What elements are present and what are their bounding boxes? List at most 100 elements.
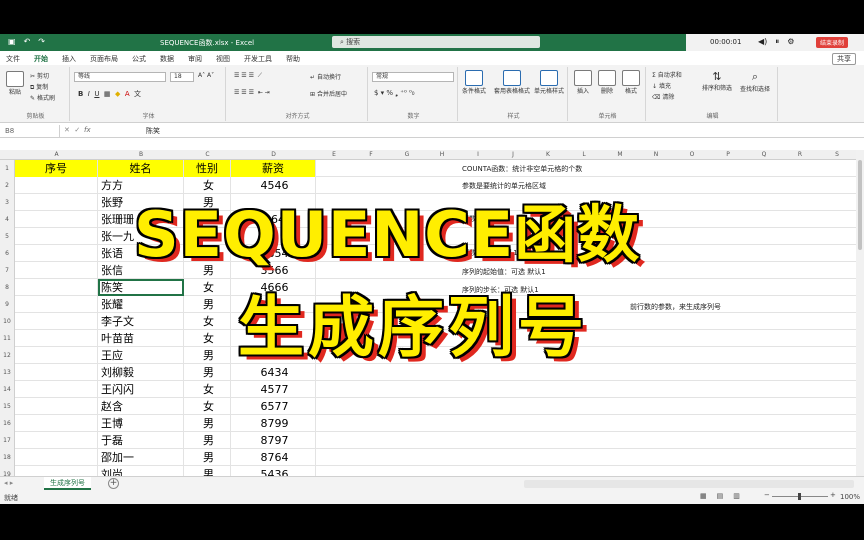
number-format-buttons[interactable]: $ ▾ % ❟ ⁺⁰ ⁰₀ xyxy=(374,89,415,98)
tab-developer[interactable]: 开发工具 xyxy=(244,54,272,64)
page-break-view-icon[interactable]: ▥ xyxy=(733,492,740,500)
row-number[interactable]: 1 xyxy=(0,160,15,177)
cell-index[interactable] xyxy=(15,347,98,364)
row-number[interactable]: 14 xyxy=(0,381,15,398)
cell-index[interactable] xyxy=(15,177,98,194)
row-number[interactable]: 5 xyxy=(0,228,15,245)
column-header-r[interactable]: R xyxy=(782,151,818,158)
column-header-p[interactable]: P xyxy=(710,151,746,158)
tab-page-layout[interactable]: 页面布局 xyxy=(90,54,118,64)
cell-gender[interactable]: 男 xyxy=(184,364,231,381)
cell-gender[interactable]: 女 xyxy=(184,381,231,398)
cell-index[interactable] xyxy=(15,381,98,398)
cell-gender[interactable]: 女 xyxy=(184,330,231,347)
column-header-h[interactable]: H xyxy=(424,151,460,158)
column-header-e[interactable]: E xyxy=(316,151,352,158)
row-number[interactable]: 17 xyxy=(0,432,15,449)
conditional-format-button[interactable]: 条件格式 xyxy=(462,70,486,95)
column-title[interactable]: 性别 xyxy=(184,160,231,177)
page-layout-view-icon[interactable]: ▤ xyxy=(717,492,724,500)
cell-name[interactable]: 王闪闪 xyxy=(98,381,184,398)
column-title[interactable]: 序号 xyxy=(15,160,98,177)
autosum-button[interactable]: Σ 自动求和 xyxy=(652,70,682,79)
cut-button[interactable]: ✂ 剪切 xyxy=(30,71,49,80)
copy-button[interactable]: ⧉ 复制 xyxy=(30,82,48,92)
column-title[interactable]: 薪资 xyxy=(231,160,316,177)
cell-name[interactable]: 刘柳毅 xyxy=(98,364,184,381)
cell-salary[interactable]: 4577 xyxy=(231,381,316,398)
column-header-k[interactable]: K xyxy=(530,151,566,158)
share-button[interactable]: 共享 xyxy=(832,53,856,65)
cell-gender[interactable]: 女 xyxy=(184,279,231,296)
end-recording-button[interactable]: 结束录制 xyxy=(816,37,849,48)
wrap-text-button[interactable]: ↵ 自动换行 xyxy=(310,72,341,81)
cell-index[interactable] xyxy=(15,313,98,330)
row-number[interactable]: 8 xyxy=(0,279,15,296)
cell-index[interactable] xyxy=(15,398,98,415)
tab-formulas[interactable]: 公式 xyxy=(132,54,146,64)
cell-index[interactable] xyxy=(15,228,98,245)
cell-index[interactable] xyxy=(15,296,98,313)
pause-icon[interactable]: ⏸ xyxy=(775,37,779,47)
scroll-thumb[interactable] xyxy=(858,160,862,250)
cell-index[interactable] xyxy=(15,279,98,296)
tab-data[interactable]: 数据 xyxy=(160,54,174,64)
cell-name[interactable]: 王博 xyxy=(98,415,184,432)
zoom-slider[interactable]: − + xyxy=(764,491,836,501)
row-number[interactable]: 2 xyxy=(0,177,15,194)
column-header-j[interactable]: J xyxy=(496,151,530,158)
column-header-d[interactable]: D xyxy=(231,151,316,158)
fx-icon[interactable]: fx xyxy=(84,126,91,134)
row-number[interactable]: 12 xyxy=(0,347,15,364)
cell-name[interactable]: 李子文 xyxy=(98,313,184,330)
tab-help[interactable]: 帮助 xyxy=(286,54,300,64)
column-header-s[interactable]: S xyxy=(818,151,856,158)
cell-index[interactable] xyxy=(15,194,98,211)
row-number[interactable]: 9 xyxy=(0,296,15,313)
cell-salary[interactable]: 6577 xyxy=(231,398,316,415)
cancel-icon[interactable]: ✕ ✓ xyxy=(64,126,80,134)
row-number[interactable]: 7 xyxy=(0,262,15,279)
cell-index[interactable] xyxy=(15,262,98,279)
sheet-tab[interactable]: 生成序列号 xyxy=(44,477,91,490)
cell-styles-button[interactable]: 单元格样式 xyxy=(534,70,564,95)
merge-center-button[interactable]: ⊞ 合并后居中 xyxy=(310,89,347,98)
column-header-i[interactable]: I xyxy=(460,151,496,158)
row-number[interactable]: 11 xyxy=(0,330,15,347)
row-number[interactable]: 15 xyxy=(0,398,15,415)
cell-salary[interactable]: 8799 xyxy=(231,415,316,432)
format-painter-button[interactable]: ✎ 格式刷 xyxy=(30,93,55,102)
sheet-nav-icon[interactable]: ◂ ▸ xyxy=(4,479,13,487)
grow-font-icon[interactable]: A˄ A˅ xyxy=(198,72,214,79)
cell-name[interactable]: 王应 xyxy=(98,347,184,364)
horizontal-scrollbar[interactable] xyxy=(524,480,854,488)
cell-gender[interactable]: 男 xyxy=(184,415,231,432)
cell-name[interactable]: 张耀 xyxy=(98,296,184,313)
delete-cells-button[interactable]: 删除 xyxy=(598,70,616,95)
cell-name[interactable]: 于磊 xyxy=(98,432,184,449)
font-name-select[interactable]: 等线 xyxy=(74,72,166,82)
zoom-knob[interactable] xyxy=(798,493,801,500)
font-size-select[interactable]: 18 xyxy=(170,72,194,82)
cell-gender[interactable]: 女 xyxy=(184,398,231,415)
find-select-button[interactable]: ⌕ 查找和选择 xyxy=(740,70,770,93)
cell-gender[interactable]: 男 xyxy=(184,432,231,449)
cell-index[interactable] xyxy=(15,364,98,381)
cell-salary[interactable]: 8764 xyxy=(231,449,316,466)
cell-index[interactable] xyxy=(15,449,98,466)
name-box[interactable]: B8 xyxy=(2,125,60,137)
cell-index[interactable] xyxy=(15,211,98,228)
tab-view[interactable]: 视图 xyxy=(216,54,230,64)
settings-icon[interactable]: ⚙ xyxy=(787,37,794,47)
row-number[interactable]: 18 xyxy=(0,449,15,466)
row-number[interactable]: 4 xyxy=(0,211,15,228)
formula-input[interactable]: 陈笑 xyxy=(146,126,160,136)
column-header-g[interactable]: G xyxy=(390,151,424,158)
cell-gender[interactable]: 男 xyxy=(184,347,231,364)
insert-cells-button[interactable]: 插入 xyxy=(574,70,592,95)
align-top-icon[interactable]: ☰ ☰ ☰ ⟋ xyxy=(234,72,262,80)
cell-salary[interactable]: 8797 xyxy=(231,432,316,449)
number-format-select[interactable]: 常规 xyxy=(372,72,454,82)
speaker-icon[interactable]: ◀) xyxy=(758,37,767,47)
column-header-l[interactable]: L xyxy=(566,151,602,158)
